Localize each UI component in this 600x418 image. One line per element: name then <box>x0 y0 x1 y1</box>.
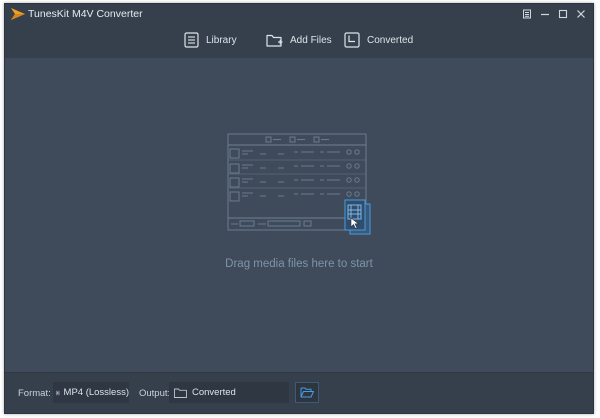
drop-hint-text: Drag media files here to start <box>225 258 373 270</box>
add-files-label: Add Files <box>290 34 332 46</box>
header: TunesKit M4V Converter Library Add Files… <box>5 4 593 58</box>
output-label: Output: <box>139 388 171 399</box>
library-button[interactable]: Library <box>184 27 237 53</box>
converted-label: Converted <box>367 34 414 46</box>
output-value: Converted <box>192 387 236 398</box>
add-files-button[interactable]: Add Files <box>266 27 332 53</box>
output-path-field[interactable]: Converted <box>169 382 289 403</box>
window-controls <box>519 7 589 21</box>
app-logo-icon <box>11 8 25 20</box>
library-label: Library <box>206 34 237 46</box>
converted-icon <box>344 32 360 48</box>
format-label: Format: <box>18 388 51 399</box>
video-format-icon <box>56 390 60 395</box>
browse-output-button[interactable] <box>295 382 319 403</box>
maximize-icon[interactable] <box>555 7 571 21</box>
open-folder-icon <box>300 387 314 398</box>
format-selector[interactable]: MP4 (Lossless) <box>53 382 129 403</box>
close-icon[interactable] <box>573 7 589 21</box>
app-window: TunesKit M4V Converter Library Add Files… <box>4 3 594 414</box>
drop-zone[interactable]: Drag media files here to start <box>5 58 593 373</box>
app-title: TunesKit M4V Converter <box>28 8 143 20</box>
footer-bar: Format: MP4 (Lossless) Output: Converted <box>5 372 593 413</box>
menu-icon[interactable] <box>519 7 535 21</box>
folder-icon <box>174 388 187 398</box>
title-bar: TunesKit M4V Converter <box>5 4 593 24</box>
drop-illustration-icon <box>227 133 371 235</box>
format-value: MP4 (Lossless) <box>63 387 129 398</box>
converted-button[interactable]: Converted <box>344 27 413 53</box>
add-folder-icon <box>266 34 283 47</box>
minimize-icon[interactable] <box>537 7 553 21</box>
library-icon <box>184 32 199 48</box>
toolbar-nav: Library Add Files Converted <box>5 27 593 53</box>
